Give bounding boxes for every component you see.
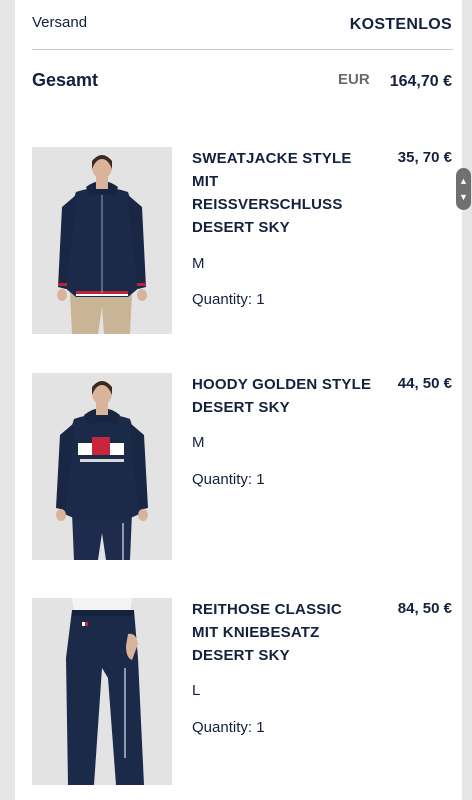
product-quantity: Quantity: 1 [192,291,265,308]
scrollbar-handle[interactable]: ▲ ▼ [456,168,471,210]
summary-divider [32,49,453,50]
product-image-hoody[interactable] [32,373,172,560]
riding-breeches-image [32,598,172,785]
shipping-value: KOSTENLOS [349,16,452,33]
product-name[interactable]: SWEATJACKE STYLE MIT REISSVERSCHLUSS DES… [192,147,372,239]
product-size: M [192,255,205,272]
zip-sweat-jacket-image [32,147,172,334]
product-price: 44, 50 € [397,375,452,392]
chevron-down-icon[interactable]: ▼ [456,192,471,202]
product-price: 84, 50 € [397,600,452,617]
product-image-sweat-jacket[interactable] [32,147,172,334]
page-right-edge [462,0,472,800]
total-value: 164,70 € [389,73,452,90]
total-currency: EUR [338,71,370,88]
hoody-image [32,373,172,560]
product-name[interactable]: REITHOSE CLASSIC MIT KNIEBESATZ DESERT S… [192,598,372,667]
product-name[interactable]: HOODY GOLDEN STYLE DESERT SKY [192,373,372,419]
shipping-label: Versand [32,14,88,31]
product-quantity: Quantity: 1 [192,719,265,736]
product-size: L [192,682,201,699]
chevron-up-icon[interactable]: ▲ [456,176,471,186]
page-left-edge [0,0,15,800]
product-image-riding-breeches[interactable] [32,598,172,785]
product-price: 35, 70 € [397,149,452,166]
product-size: M [192,434,205,451]
product-quantity: Quantity: 1 [192,471,265,488]
total-label: Gesamt [32,70,99,90]
